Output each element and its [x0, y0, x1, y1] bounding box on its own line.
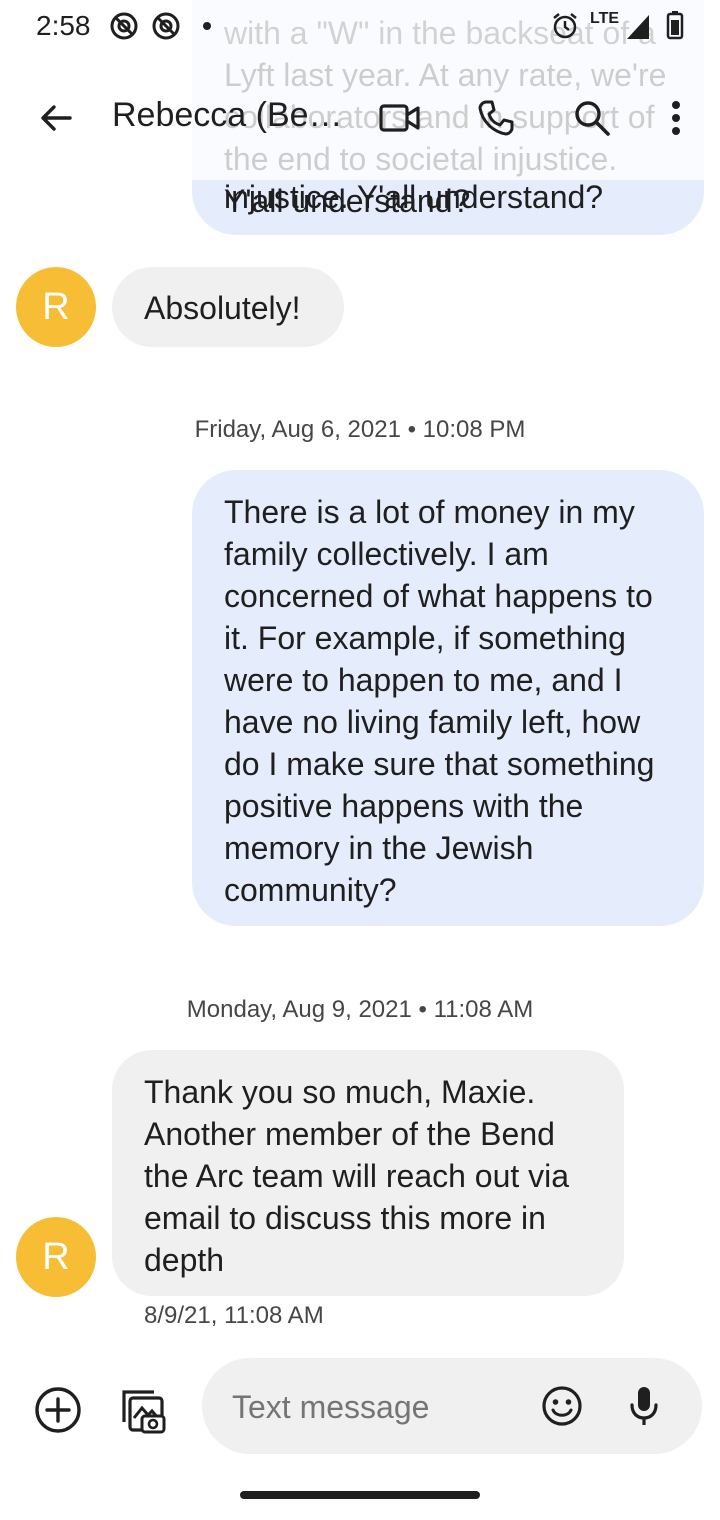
outgoing-message-text: There is a lot of money in my family col…	[224, 494, 655, 908]
incoming-message-text: Absolutely!	[144, 290, 301, 326]
avatar[interactable]: R	[16, 267, 96, 347]
app-bar: Rebecca (Be…	[0, 56, 720, 180]
status-dot	[203, 22, 211, 30]
previous-message-visible-text: injustice. Y'all understand?	[224, 179, 604, 215]
mic-icon[interactable]	[620, 1382, 668, 1430]
date-separator: Monday, Aug 9, 2021 • 11:08 AM	[186, 996, 534, 1023]
message-composer[interactable]	[202, 1358, 702, 1454]
status-bar: 2:58 LTE	[0, 0, 720, 56]
lte-label: LTE	[590, 10, 620, 27]
notification-icon	[108, 10, 140, 42]
video-call-icon[interactable]	[376, 96, 424, 140]
alarm-icon	[550, 10, 580, 42]
battery-icon	[664, 8, 686, 42]
back-arrow-icon[interactable]	[32, 94, 80, 142]
incoming-message-bubble[interactable]: Absolutely!	[112, 267, 344, 347]
more-vert-icon[interactable]	[656, 94, 696, 142]
date-separator: Friday, Aug 6, 2021 • 10:08 PM	[194, 416, 526, 443]
notification-icon-2	[150, 10, 182, 42]
gallery-icon[interactable]	[114, 1382, 170, 1438]
signal-icon	[624, 12, 652, 42]
emoji-icon[interactable]	[538, 1382, 586, 1430]
gesture-bar[interactable]	[240, 1491, 480, 1499]
conversation-title[interactable]: Rebecca (Be…	[112, 96, 343, 135]
phone-icon[interactable]	[472, 94, 520, 142]
message-timestamp: 8/9/21, 11:08 AM	[144, 1302, 324, 1329]
outgoing-message-bubble[interactable]: There is a lot of money in my family col…	[192, 470, 704, 926]
avatar[interactable]: R	[16, 1217, 96, 1297]
incoming-message-text: Thank you so much, Maxie. Another member…	[144, 1074, 570, 1278]
add-icon[interactable]	[30, 1382, 86, 1438]
status-time: 2:58	[36, 10, 91, 41]
search-icon[interactable]	[568, 94, 616, 142]
text-message-input[interactable]	[230, 1384, 524, 1430]
incoming-message-bubble[interactable]: Thank you so much, Maxie. Another member…	[112, 1050, 624, 1296]
